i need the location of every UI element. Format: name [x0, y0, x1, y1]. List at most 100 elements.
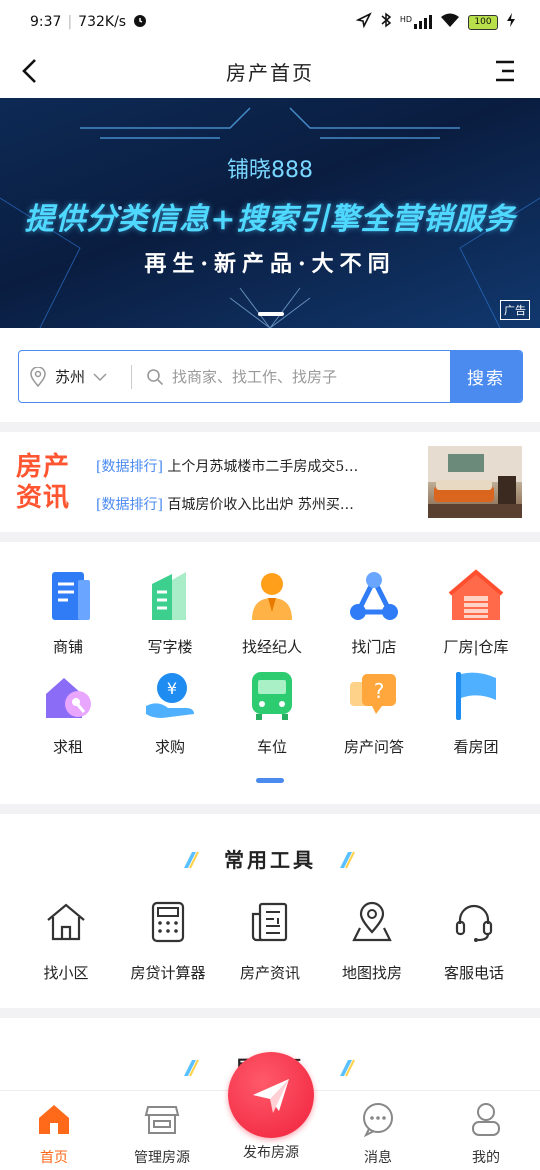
page-title: 房产首页 [226, 60, 314, 85]
status-bar: 9:37 | 732K/s HD 100 [0, 0, 540, 44]
category-label: 求租 [52, 738, 83, 756]
tool-label: 房贷计算器 [130, 964, 206, 982]
search-input[interactable]: 找商家、找工作、找房子 [132, 366, 450, 387]
news-item[interactable]: [数据排行] 百城房价收入比出炉 苏州买… [96, 494, 426, 514]
storefront-icon [144, 1106, 180, 1134]
search-button[interactable]: 搜索 [450, 351, 522, 402]
news-logo-line1: 房产 [16, 452, 71, 482]
alarm-icon [132, 12, 148, 32]
news-item[interactable]: [数据排行] 上个月苏城楼市二手房成交5… [96, 456, 426, 476]
category-label: 求购 [154, 738, 185, 756]
banner-brand: 铺晓888 [227, 158, 313, 183]
grid-pager-indicator [256, 778, 284, 783]
office-building-icon [152, 572, 186, 620]
category-parking[interactable]: 车位 [218, 668, 326, 757]
location-icon [355, 12, 372, 32]
battery-icon: 100 [468, 14, 498, 30]
news-thumbnail[interactable] [428, 446, 522, 518]
location-pin-icon [30, 366, 46, 387]
tab-home[interactable]: 首页 [0, 1101, 108, 1167]
news-headline: 上个月苏城楼市二手房成交5… [167, 459, 359, 475]
tools-section: 常用工具 找小区 房贷计算器 房产资讯 地图找房 客服电话 [0, 814, 540, 1008]
store-network-icon [350, 572, 398, 620]
category-label: 房产问答 [343, 738, 404, 756]
category-tour[interactable]: 看房团 [422, 668, 530, 757]
tool-loan-calculator[interactable]: 房贷计算器 [114, 900, 222, 983]
category-warehouse[interactable]: 厂房|仓库 [422, 568, 530, 657]
news-section: 房产 资讯 [数据排行] 上个月苏城楼市二手房成交5… [数据排行] 百城房价收… [0, 432, 540, 532]
hamburger-menu-icon [496, 60, 514, 82]
agent-icon [252, 573, 292, 620]
nav-header: 房产首页 [0, 44, 540, 98]
status-speed: 732K/s [78, 14, 127, 30]
buy-yuan-icon: ¥ [146, 673, 194, 718]
category-label: 找门店 [351, 638, 397, 656]
back-button[interactable] [16, 56, 46, 86]
house-outline-icon [47, 903, 85, 941]
category-buy[interactable]: ¥ 求购 [116, 668, 224, 757]
signal-icon: HD [400, 15, 432, 29]
network-type-label: HD [399, 15, 412, 24]
battery-level: 100 [474, 17, 492, 27]
news-logo: 房产 资讯 [16, 452, 80, 514]
category-office[interactable]: 写字楼 [116, 568, 224, 657]
tool-label: 地图找房 [341, 964, 402, 982]
tab-label: 消息 [364, 1150, 392, 1166]
tab-manage-listings[interactable]: 管理房源 [108, 1101, 216, 1167]
news-headline: 百城房价收入比出炉 苏州买… [167, 497, 354, 513]
person-icon [472, 1103, 500, 1136]
home-icon [39, 1105, 69, 1134]
menu-button[interactable] [492, 56, 522, 86]
rent-key-icon [46, 678, 91, 718]
ad-badge: 广告 [500, 300, 530, 320]
tool-label: 找小区 [43, 964, 89, 982]
paper-plane-icon [253, 1079, 289, 1113]
city-label: 苏州 [55, 368, 86, 386]
category-shop[interactable]: 商铺 [14, 568, 122, 657]
calculator-icon [151, 901, 185, 943]
svg-text:¥: ¥ [167, 679, 177, 698]
search-icon [147, 368, 164, 385]
category-store[interactable]: 找门店 [320, 568, 428, 657]
bus-icon [252, 672, 292, 720]
status-time: 9:37 [30, 14, 62, 30]
tab-profile[interactable]: 我的 [432, 1101, 540, 1167]
publish-tab-label[interactable]: 发布房源 [216, 1142, 326, 1162]
category-label: 找经纪人 [241, 638, 302, 656]
category-label: 写字楼 [147, 638, 193, 656]
banner-headline: 提供分类信息+搜索引擎全营销服务 [24, 202, 516, 237]
category-label: 厂房|仓库 [443, 638, 509, 656]
tool-label: 房产资讯 [239, 964, 300, 982]
category-label: 看房团 [453, 738, 499, 756]
tab-label: 管理房源 [134, 1150, 190, 1166]
category-label: 车位 [256, 738, 287, 756]
bluetooth-icon [380, 12, 392, 32]
city-selector[interactable]: 苏州 [19, 366, 131, 387]
tool-community[interactable]: 找小区 [12, 900, 120, 983]
tool-label: 客服电话 [443, 964, 504, 982]
charging-icon [506, 12, 516, 32]
tab-messages[interactable]: 消息 [324, 1101, 432, 1167]
newspaper-icon [251, 902, 288, 942]
tab-label: 首页 [40, 1150, 68, 1166]
category-grid: 商铺 写字楼 找经纪人 找门店 厂房|仓库 求租 ¥ 求购 车位 ? 房产问答 … [0, 542, 540, 804]
tool-map-search[interactable]: 地图找房 [318, 900, 426, 983]
flag-icon [456, 672, 496, 720]
tool-customer-service[interactable]: 客服电话 [420, 900, 528, 983]
chevron-down-icon [93, 372, 107, 381]
chat-bubble-icon [363, 1103, 393, 1138]
category-qa[interactable]: ? 房产问答 [320, 668, 428, 757]
category-agent[interactable]: 找经纪人 [218, 568, 326, 657]
news-tag: [数据排行] [96, 497, 163, 513]
category-rent[interactable]: 求租 [14, 668, 122, 757]
tools-title: 常用工具 [224, 848, 316, 872]
tool-news[interactable]: 房产资讯 [216, 900, 324, 983]
title-decoration-icon [340, 1059, 355, 1077]
headset-icon [455, 904, 493, 942]
publish-fab-button[interactable] [228, 1052, 314, 1138]
chevron-left-icon [22, 59, 36, 83]
news-tag: [数据排行] [96, 459, 163, 475]
promo-banner[interactable]: 铺晓888 提供分类信息+搜索引擎全营销服务 再生·新产品·大不同 广告 [0, 98, 540, 328]
living-room-image [428, 446, 522, 518]
warehouse-icon [448, 569, 504, 620]
